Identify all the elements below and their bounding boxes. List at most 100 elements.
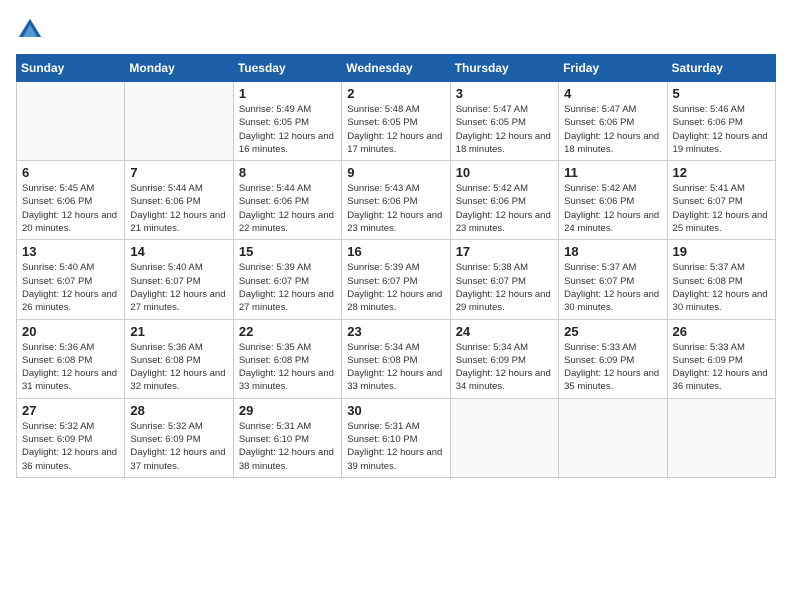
- calendar-cell: 22 Sunrise: 5:35 AM Sunset: 6:08 PM Dayli…: [233, 319, 341, 398]
- day-sun-info: Sunrise: 5:35 AM Sunset: 6:08 PM Dayligh…: [239, 341, 336, 394]
- day-sun-info: Sunrise: 5:31 AM Sunset: 6:10 PM Dayligh…: [347, 420, 444, 473]
- day-sun-info: Sunrise: 5:44 AM Sunset: 6:06 PM Dayligh…: [130, 182, 227, 235]
- weekday-header-thursday: Thursday: [450, 55, 558, 82]
- day-sun-info: Sunrise: 5:41 AM Sunset: 6:07 PM Dayligh…: [673, 182, 770, 235]
- calendar-cell: 12 Sunrise: 5:41 AM Sunset: 6:07 PM Dayli…: [667, 161, 775, 240]
- day-sun-info: Sunrise: 5:31 AM Sunset: 6:10 PM Dayligh…: [239, 420, 336, 473]
- day-sun-info: Sunrise: 5:36 AM Sunset: 6:08 PM Dayligh…: [22, 341, 119, 394]
- day-number: 14: [130, 244, 227, 259]
- day-sun-info: Sunrise: 5:46 AM Sunset: 6:06 PM Dayligh…: [673, 103, 770, 156]
- calendar-cell: 9 Sunrise: 5:43 AM Sunset: 6:06 PM Daylig…: [342, 161, 450, 240]
- day-number: 15: [239, 244, 336, 259]
- calendar-cell: 10 Sunrise: 5:42 AM Sunset: 6:06 PM Dayli…: [450, 161, 558, 240]
- day-number: 22: [239, 324, 336, 339]
- day-number: 28: [130, 403, 227, 418]
- calendar-week-row: 20 Sunrise: 5:36 AM Sunset: 6:08 PM Dayli…: [17, 319, 776, 398]
- page-header: [16, 16, 776, 44]
- calendar-cell: 4 Sunrise: 5:47 AM Sunset: 6:06 PM Daylig…: [559, 82, 667, 161]
- day-number: 21: [130, 324, 227, 339]
- calendar-cell: 29 Sunrise: 5:31 AM Sunset: 6:10 PM Dayli…: [233, 398, 341, 477]
- day-sun-info: Sunrise: 5:32 AM Sunset: 6:09 PM Dayligh…: [22, 420, 119, 473]
- day-sun-info: Sunrise: 5:34 AM Sunset: 6:08 PM Dayligh…: [347, 341, 444, 394]
- day-number: 8: [239, 165, 336, 180]
- day-sun-info: Sunrise: 5:37 AM Sunset: 6:07 PM Dayligh…: [564, 261, 661, 314]
- day-number: 26: [673, 324, 770, 339]
- calendar-cell: 1Sunrise: 5:49 AM Sunset: 6:05 PM Daylig…: [233, 82, 341, 161]
- calendar-cell: [667, 398, 775, 477]
- day-sun-info: Sunrise: 5:40 AM Sunset: 6:07 PM Dayligh…: [22, 261, 119, 314]
- calendar-cell: 21 Sunrise: 5:36 AM Sunset: 6:08 PM Dayli…: [125, 319, 233, 398]
- calendar-cell: 17 Sunrise: 5:38 AM Sunset: 6:07 PM Dayli…: [450, 240, 558, 319]
- day-number: 6: [22, 165, 119, 180]
- calendar-cell: 7 Sunrise: 5:44 AM Sunset: 6:06 PM Daylig…: [125, 161, 233, 240]
- day-number: 12: [673, 165, 770, 180]
- day-number: 19: [673, 244, 770, 259]
- calendar-cell: 2 Sunrise: 5:48 AM Sunset: 6:05 PM Daylig…: [342, 82, 450, 161]
- weekday-header-wednesday: Wednesday: [342, 55, 450, 82]
- weekday-header-saturday: Saturday: [667, 55, 775, 82]
- calendar-cell: 24 Sunrise: 5:34 AM Sunset: 6:09 PM Dayli…: [450, 319, 558, 398]
- day-number: 25: [564, 324, 661, 339]
- day-sun-info: Sunrise: 5:43 AM Sunset: 6:06 PM Dayligh…: [347, 182, 444, 235]
- calendar-week-row: 27 Sunrise: 5:32 AM Sunset: 6:09 PM Dayli…: [17, 398, 776, 477]
- calendar-cell: 15Sunrise: 5:39 AM Sunset: 6:07 PM Dayli…: [233, 240, 341, 319]
- day-number: 10: [456, 165, 553, 180]
- day-number: 4: [564, 86, 661, 101]
- day-number: 20: [22, 324, 119, 339]
- weekday-header-row: SundayMondayTuesdayWednesdayThursdayFrid…: [17, 55, 776, 82]
- day-number: 2: [347, 86, 444, 101]
- day-number: 23: [347, 324, 444, 339]
- day-number: 29: [239, 403, 336, 418]
- calendar-cell: [559, 398, 667, 477]
- calendar-week-row: 13 Sunrise: 5:40 AM Sunset: 6:07 PM Dayli…: [17, 240, 776, 319]
- day-sun-info: Sunrise: 5:42 AM Sunset: 6:06 PM Dayligh…: [456, 182, 553, 235]
- day-sun-info: Sunrise: 5:38 AM Sunset: 6:07 PM Dayligh…: [456, 261, 553, 314]
- calendar-cell: 11 Sunrise: 5:42 AM Sunset: 6:06 PM Dayli…: [559, 161, 667, 240]
- calendar-cell: 19 Sunrise: 5:37 AM Sunset: 6:08 PM Dayli…: [667, 240, 775, 319]
- day-sun-info: Sunrise: 5:37 AM Sunset: 6:08 PM Dayligh…: [673, 261, 770, 314]
- day-sun-info: Sunrise: 5:39 AM Sunset: 6:07 PM Dayligh…: [347, 261, 444, 314]
- calendar-cell: 5 Sunrise: 5:46 AM Sunset: 6:06 PM Daylig…: [667, 82, 775, 161]
- day-sun-info: Sunrise: 5:40 AM Sunset: 6:07 PM Dayligh…: [130, 261, 227, 314]
- calendar-cell: 25 Sunrise: 5:33 AM Sunset: 6:09 PM Dayli…: [559, 319, 667, 398]
- day-sun-info: Sunrise: 5:32 AM Sunset: 6:09 PM Dayligh…: [130, 420, 227, 473]
- calendar-cell: 28 Sunrise: 5:32 AM Sunset: 6:09 PM Dayli…: [125, 398, 233, 477]
- calendar-cell: 14 Sunrise: 5:40 AM Sunset: 6:07 PM Dayli…: [125, 240, 233, 319]
- day-number: 16: [347, 244, 444, 259]
- weekday-header-tuesday: Tuesday: [233, 55, 341, 82]
- day-sun-info: Sunrise: 5:42 AM Sunset: 6:06 PM Dayligh…: [564, 182, 661, 235]
- calendar-cell: 20 Sunrise: 5:36 AM Sunset: 6:08 PM Dayli…: [17, 319, 125, 398]
- day-sun-info: Sunrise: 5:45 AM Sunset: 6:06 PM Dayligh…: [22, 182, 119, 235]
- logo: [16, 16, 48, 44]
- day-number: 24: [456, 324, 553, 339]
- calendar-cell: [17, 82, 125, 161]
- weekday-header-sunday: Sunday: [17, 55, 125, 82]
- day-number: 27: [22, 403, 119, 418]
- calendar-cell: 26 Sunrise: 5:33 AM Sunset: 6:09 PM Dayli…: [667, 319, 775, 398]
- day-number: 5: [673, 86, 770, 101]
- day-number: 9: [347, 165, 444, 180]
- day-number: 30: [347, 403, 444, 418]
- calendar-cell: 3Sunrise: 5:47 AM Sunset: 6:05 PM Daylig…: [450, 82, 558, 161]
- day-sun-info: Sunrise: 5:36 AM Sunset: 6:08 PM Dayligh…: [130, 341, 227, 394]
- calendar-cell: 8Sunrise: 5:44 AM Sunset: 6:06 PM Daylig…: [233, 161, 341, 240]
- day-number: 7: [130, 165, 227, 180]
- day-number: 18: [564, 244, 661, 259]
- weekday-header-friday: Friday: [559, 55, 667, 82]
- day-number: 11: [564, 165, 661, 180]
- calendar-week-row: 6 Sunrise: 5:45 AM Sunset: 6:06 PM Daylig…: [17, 161, 776, 240]
- calendar-cell: 6 Sunrise: 5:45 AM Sunset: 6:06 PM Daylig…: [17, 161, 125, 240]
- day-sun-info: Sunrise: 5:33 AM Sunset: 6:09 PM Dayligh…: [673, 341, 770, 394]
- day-number: 13: [22, 244, 119, 259]
- day-sun-info: Sunrise: 5:49 AM Sunset: 6:05 PM Dayligh…: [239, 103, 336, 156]
- calendar-cell: 16 Sunrise: 5:39 AM Sunset: 6:07 PM Dayli…: [342, 240, 450, 319]
- day-sun-info: Sunrise: 5:34 AM Sunset: 6:09 PM Dayligh…: [456, 341, 553, 394]
- calendar-cell: 30 Sunrise: 5:31 AM Sunset: 6:10 PM Dayli…: [342, 398, 450, 477]
- day-sun-info: Sunrise: 5:48 AM Sunset: 6:05 PM Dayligh…: [347, 103, 444, 156]
- calendar-cell: [125, 82, 233, 161]
- day-number: 3: [456, 86, 553, 101]
- day-number: 17: [456, 244, 553, 259]
- day-sun-info: Sunrise: 5:47 AM Sunset: 6:06 PM Dayligh…: [564, 103, 661, 156]
- day-sun-info: Sunrise: 5:33 AM Sunset: 6:09 PM Dayligh…: [564, 341, 661, 394]
- calendar-cell: 18 Sunrise: 5:37 AM Sunset: 6:07 PM Dayli…: [559, 240, 667, 319]
